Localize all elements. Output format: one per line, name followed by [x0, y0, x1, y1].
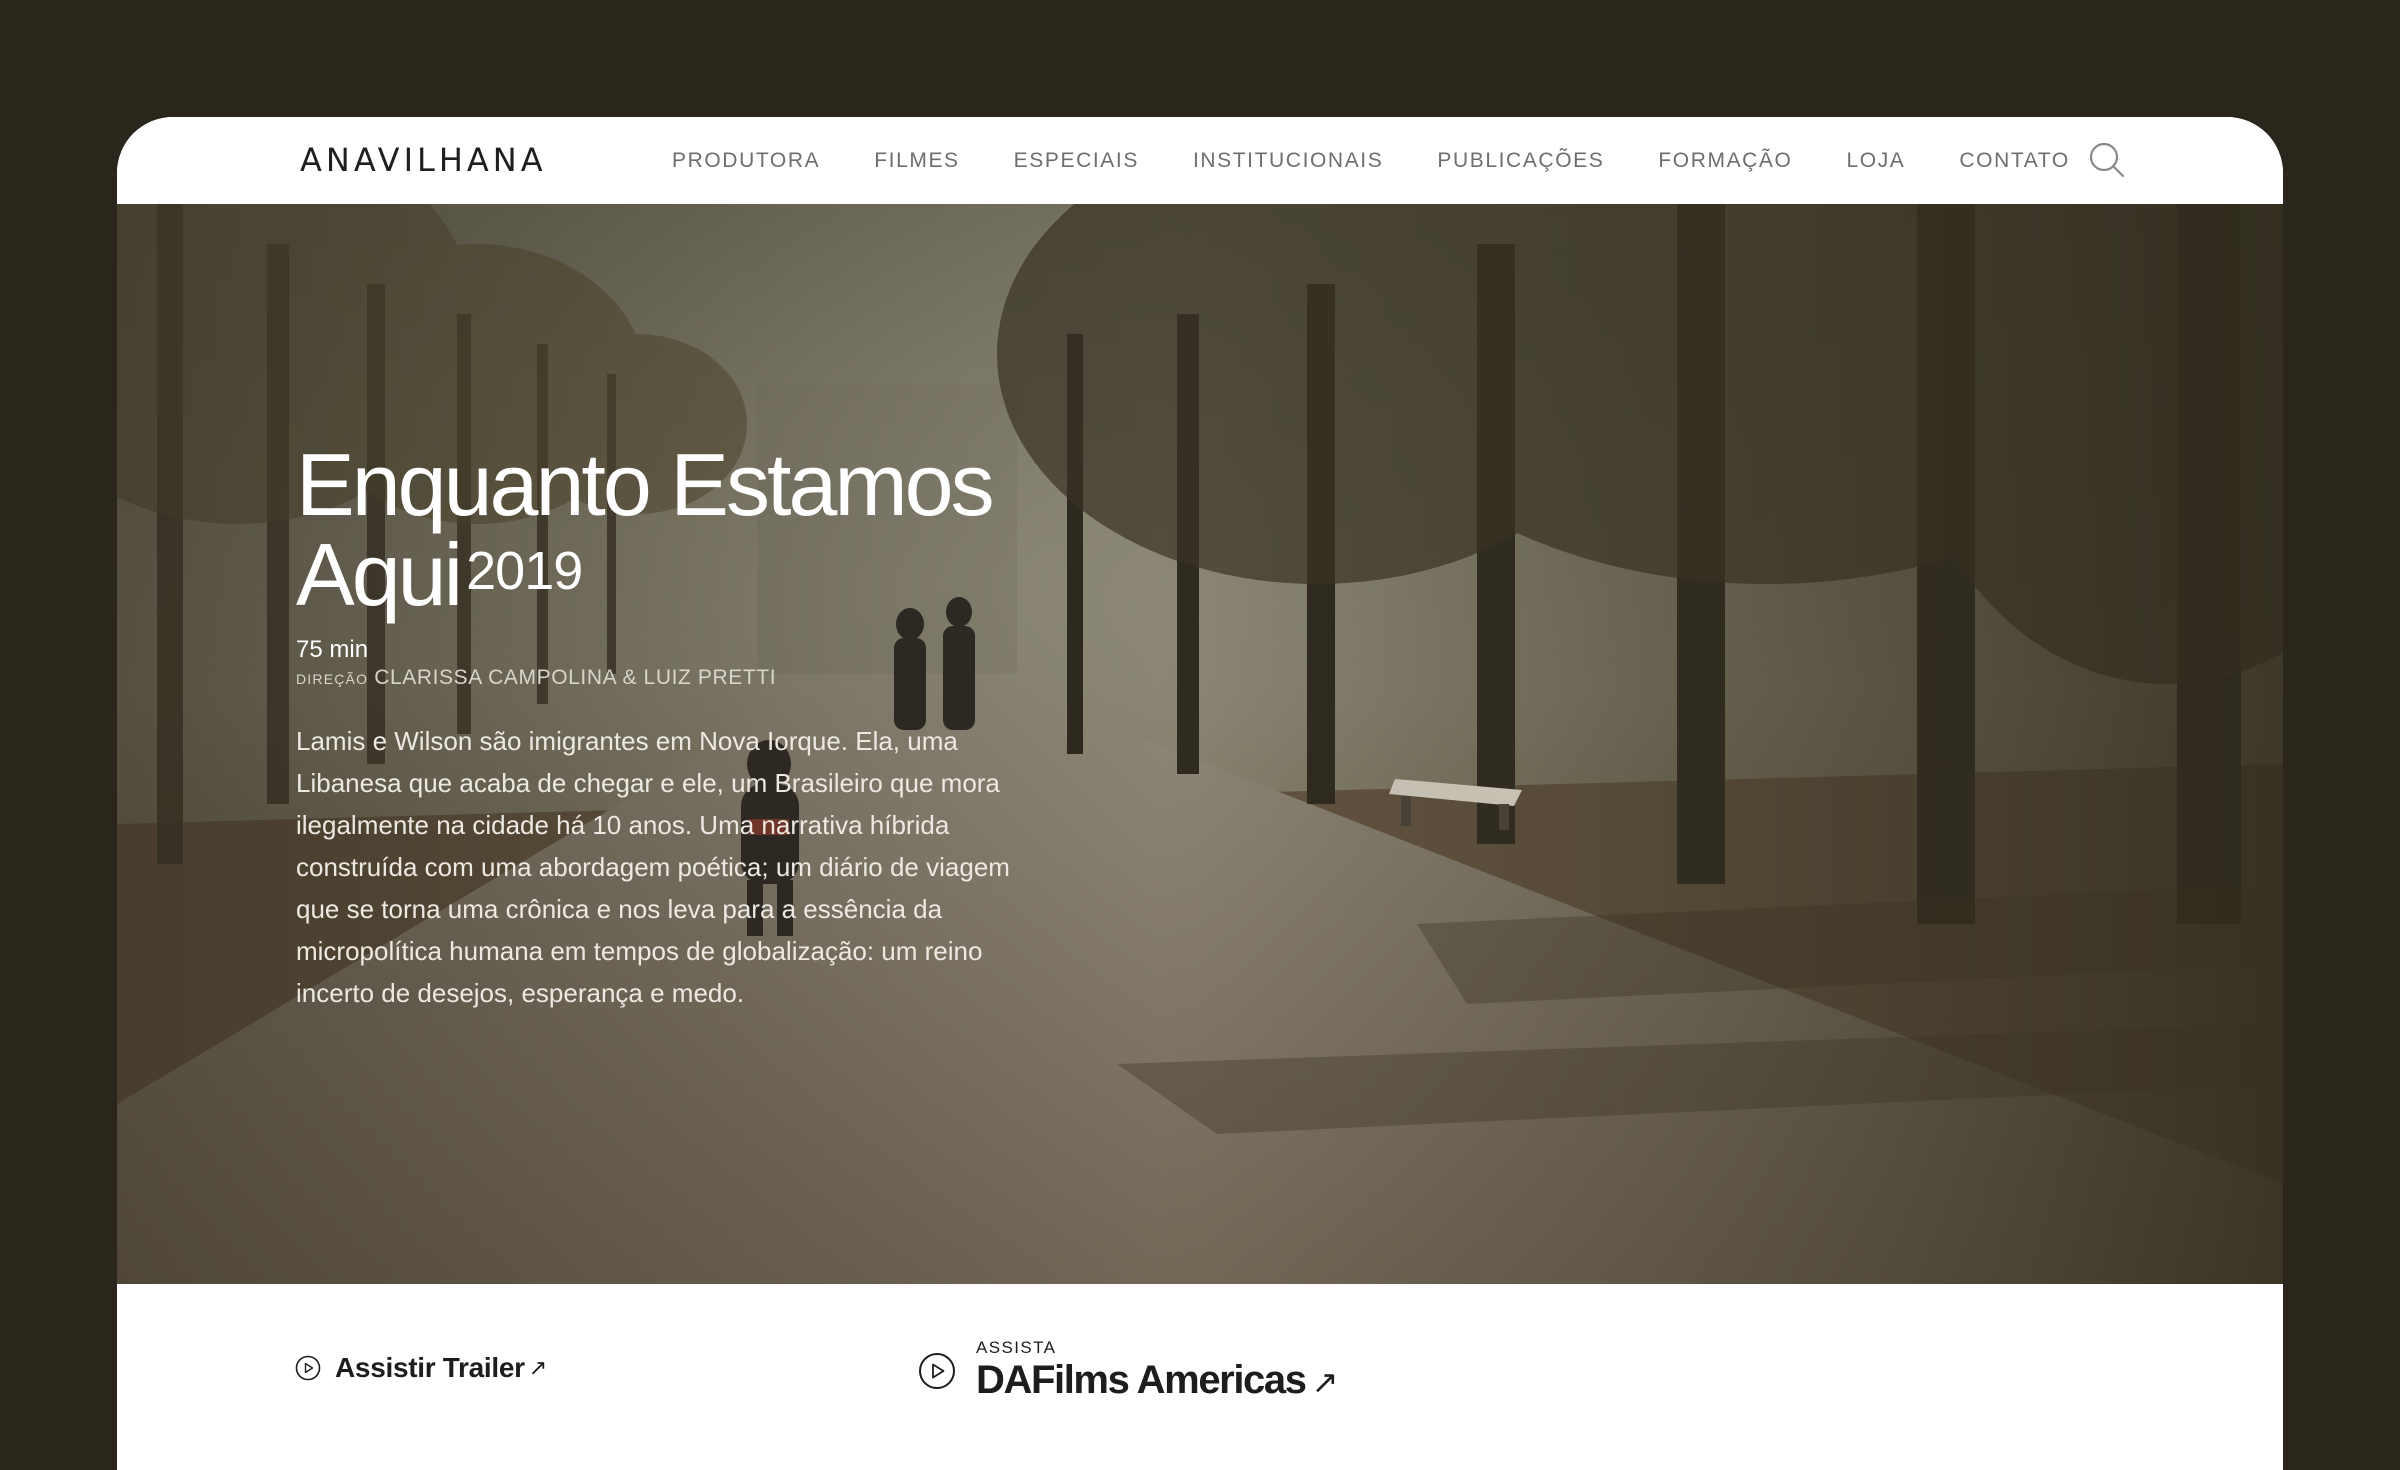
nav-item-contato[interactable]: CONTATO	[1959, 149, 2069, 173]
nav-item-especiais[interactable]: ESPECIAIS	[1014, 149, 1139, 173]
film-year: 2019	[466, 541, 583, 601]
nav-item-loja[interactable]: LOJA	[1846, 149, 1905, 173]
play-circle-icon	[295, 1355, 321, 1381]
nav-item-produtora[interactable]: PRODUTORA	[672, 149, 820, 173]
search-button[interactable]	[2087, 140, 2129, 182]
film-hero: Enquanto Estamos Aqui 2019 75 min DIREÇÃO…	[117, 204, 2283, 1284]
watch-platform-link[interactable]: ASSISTA DAFilms Americas ↗	[918, 1338, 1339, 1404]
watch-text: ASSISTA DAFilms Americas ↗	[976, 1338, 1339, 1404]
site-header: ANAVILHANA PRODUTORA FILMES ESPECIAIS IN…	[117, 117, 2283, 204]
trailer-label: Assistir Trailer	[335, 1352, 525, 1383]
film-title-text: Enquanto Estamos Aqui	[296, 435, 995, 624]
arrow-up-right-icon: ↗	[528, 1355, 548, 1380]
film-title: Enquanto Estamos Aqui 2019	[296, 440, 1056, 620]
watch-trailer-link[interactable]: Assistir Trailer ↗	[295, 1352, 547, 1384]
watch-kicker: ASSISTA	[976, 1338, 1057, 1357]
browser-frame: ANAVILHANA PRODUTORA FILMES ESPECIAIS IN…	[117, 117, 2283, 1470]
film-direction: DIREÇÃO CLARISSA CAMPOLINA & LUIZ PRETTI	[296, 666, 1056, 690]
platform-name: DAFilms Americas	[976, 1358, 1307, 1402]
film-actions: Assistir Trailer ↗ ASSISTA DAFilms Ameri…	[117, 1284, 2283, 1470]
watch-platform: DAFilms Americas ↗	[976, 1358, 1339, 1404]
directors: CLARISSA CAMPOLINA & LUIZ PRETTI	[374, 666, 777, 689]
nav-item-formacao[interactable]: FORMAÇÃO	[1658, 149, 1792, 173]
direction-label: DIREÇÃO	[296, 671, 369, 687]
play-circle-icon	[919, 1353, 955, 1389]
nav-item-institucionais[interactable]: INSTITUCIONAIS	[1193, 149, 1383, 173]
main-nav: PRODUTORA FILMES ESPECIAIS INSTITUCIONAI…	[672, 117, 2124, 204]
film-info: Enquanto Estamos Aqui 2019 75 min DIREÇÃO…	[296, 440, 1056, 1040]
nav-item-publicacoes[interactable]: PUBLICAÇÕES	[1437, 149, 1604, 173]
site-logo[interactable]: ANAVILHANA	[300, 137, 547, 183]
film-duration: 75 min	[296, 636, 369, 663]
search-icon	[2089, 142, 2125, 178]
arrow-up-right-icon: ↗	[1311, 1364, 1339, 1400]
nav-item-filmes[interactable]: FILMES	[874, 149, 959, 173]
film-synopsis: Lamis e Wilson são imigrantes em Nova Io…	[296, 726, 1010, 1008]
